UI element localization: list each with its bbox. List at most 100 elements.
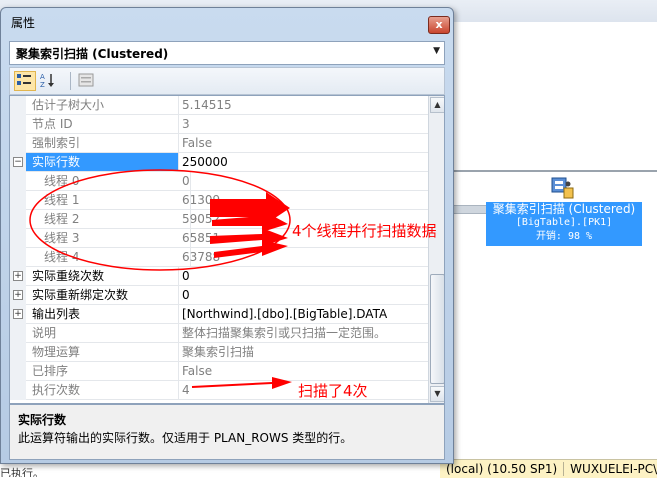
description-title: 实际行数 [18, 413, 67, 427]
property-name: 实际重新绑定次数 [26, 286, 179, 305]
property-name: 实际行数 [26, 153, 179, 172]
row-gutter [10, 96, 26, 115]
plan-node-label: 聚集索引扫描 (Clustered) [BigTable].[PK1] 开销: … [486, 202, 642, 246]
property-name: 线程 1 [26, 191, 191, 210]
property-name: 线程 2 [26, 210, 191, 229]
property-name: 执行次数 [26, 381, 179, 400]
window-title: 属性 [11, 16, 36, 30]
plan-pane-divider [452, 170, 657, 172]
property-name: 强制索引 [26, 134, 179, 153]
property-pages-button[interactable] [76, 71, 98, 91]
property-name: 输出列表 [26, 305, 179, 324]
threads-annotation: 4个线程并行扫描数据 [292, 222, 437, 240]
property-name: 估计子树大小 [26, 96, 179, 115]
property-name: 已排序 [26, 362, 179, 381]
property-name: 线程 0 [26, 172, 191, 191]
clustered-index-scan-icon [551, 177, 574, 199]
plan-node-cost: 开销: 98 % [535, 231, 593, 242]
property-row[interactable]: 线程 1 61309 [10, 191, 432, 210]
scroll-down-icon[interactable]: ▼ [430, 386, 444, 402]
property-value: 63788 [178, 248, 432, 267]
close-icon: x [435, 18, 443, 31]
property-value: False [178, 362, 432, 381]
row-gutter: + [10, 267, 26, 286]
chevron-down-icon[interactable]: ▼ [433, 46, 440, 56]
expand-icon[interactable]: + [13, 290, 23, 300]
property-name: 线程 4 [26, 248, 191, 267]
property-row[interactable]: + 实际重新绑定次数 0 [10, 286, 432, 305]
property-row[interactable]: 强制索引 False [10, 134, 432, 153]
property-value: 5.14515 [178, 96, 432, 115]
description-text: 此运算符输出的实际行数。仅适用于 PLAN_ROWS 类型的行。 [18, 431, 353, 445]
row-gutter [10, 191, 26, 210]
property-name: 节点 ID [26, 115, 179, 134]
categorized-button[interactable] [14, 71, 36, 91]
svg-text:A: A [40, 73, 45, 81]
scan-count-annotation: 扫描了4次 [298, 382, 368, 400]
row-gutter [10, 172, 26, 191]
title-bar[interactable]: 属性 x [1, 8, 453, 36]
property-name: 物理运算 [26, 343, 179, 362]
row-gutter: + [10, 286, 26, 305]
property-value: 250000 [178, 153, 432, 172]
status-bar: (local) (10.50 SP1) WUXUELEI-PC\ [440, 459, 657, 478]
row-gutter [10, 343, 26, 362]
property-grid-scrollbar[interactable]: ▲ ▼ [428, 96, 444, 403]
property-value: 0 [178, 172, 432, 191]
scroll-thumb[interactable] [430, 274, 444, 384]
object-selector-value: 聚集索引扫描 (Clustered) [16, 47, 169, 61]
row-gutter [10, 115, 26, 134]
property-value: 61309 [178, 191, 432, 210]
property-value: [Northwind].[dbo].[BigTable].DATA [178, 305, 432, 324]
expand-icon[interactable]: + [13, 309, 23, 319]
property-row-selected[interactable]: − 实际行数 250000 [10, 153, 432, 172]
property-value: 3 [178, 115, 432, 134]
property-name: 线程 3 [26, 229, 191, 248]
property-row[interactable]: 节点 ID 3 [10, 115, 432, 134]
row-gutter [10, 381, 26, 400]
row-gutter [10, 210, 26, 229]
property-row[interactable]: + 实际重绕次数 0 [10, 267, 432, 286]
row-gutter [10, 248, 26, 267]
sort-alphabetical-icon: A Z [40, 73, 54, 89]
svg-text:Z: Z [40, 81, 45, 88]
status-server: (local) (10.50 SP1) [440, 462, 565, 476]
property-name: 实际重绕次数 [26, 267, 179, 286]
property-row[interactable]: 物理运算 聚集索引扫描 [10, 343, 432, 362]
plan-node-operator: 聚集索引扫描 (Clustered) [492, 202, 636, 216]
property-value: False [178, 134, 432, 153]
query-status-text: 已执行。 [0, 467, 40, 477]
plan-node-clustered-index-scan[interactable]: 聚集索引扫描 (Clustered) [BigTable].[PK1] 开销: … [484, 176, 644, 246]
property-row[interactable]: 估计子树大小 5.14515 [10, 96, 432, 115]
property-row[interactable]: 线程 4 63788 [10, 248, 432, 267]
property-name: 说明 [26, 324, 179, 343]
property-row[interactable]: 已排序 False [10, 362, 432, 381]
property-row[interactable]: 说明 整体扫描聚集索引或只扫描一定范围。 [10, 324, 432, 343]
property-value: 0 [178, 286, 432, 305]
property-value: 0 [178, 267, 432, 286]
property-value: 整体扫描聚集索引或只扫描一定范围。 [178, 324, 432, 343]
toolbar-separator [70, 72, 71, 90]
collapse-icon[interactable]: − [13, 157, 23, 167]
expand-icon[interactable]: + [13, 271, 23, 281]
property-value: 聚集索引扫描 [178, 343, 432, 362]
categorized-icon [17, 74, 31, 85]
scroll-up-icon[interactable]: ▲ [430, 97, 444, 113]
property-row[interactable]: + 输出列表 [Northwind].[dbo].[BigTable].DATA [10, 305, 432, 324]
properties-toolbar: A Z [9, 67, 445, 95]
row-gutter [10, 229, 26, 248]
description-panel: 实际行数 此运算符输出的实际行数。仅适用于 PLAN_ROWS 类型的行。 [9, 404, 445, 460]
row-gutter: − [10, 153, 26, 172]
property-pages-icon [78, 73, 94, 87]
sort-alphabetical-button[interactable]: A Z [38, 71, 60, 91]
row-gutter [10, 134, 26, 153]
row-gutter [10, 362, 26, 381]
plan-node-object: [BigTable].[PK1] [515, 217, 613, 228]
property-row[interactable]: 线程 0 0 [10, 172, 432, 191]
status-user: WUXUELEI-PC\ [564, 462, 657, 476]
property-grid: 估计子树大小 5.14515 节点 ID 3 强制索引 False − 实际行数… [9, 95, 445, 404]
object-selector[interactable]: 聚集索引扫描 (Clustered) ▼ [9, 41, 445, 65]
row-gutter: + [10, 305, 26, 324]
row-gutter [10, 324, 26, 343]
close-button[interactable]: x [428, 16, 450, 34]
